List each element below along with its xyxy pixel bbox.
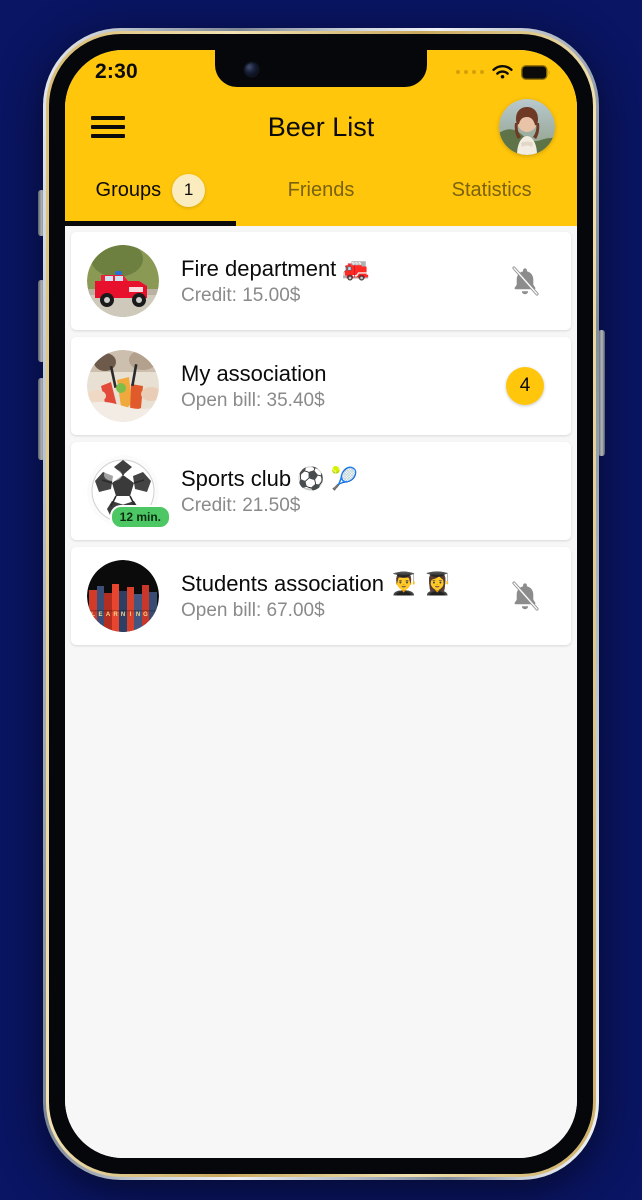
svg-text:E: E: [98, 612, 102, 618]
group-info: Sports club ⚽ 🎾 Credit: 21.50$: [159, 465, 499, 518]
svg-text:N: N: [121, 612, 125, 618]
muted-bell-icon[interactable]: [510, 265, 540, 297]
group-avatar: [87, 245, 159, 317]
status-bar-time: 2:30: [95, 60, 138, 83]
tab-bar: Groups 1 Friends Statistics: [65, 164, 577, 226]
group-avatar: 12 min.: [87, 455, 171, 529]
tab-statistics-label: Statistics: [451, 178, 532, 201]
group-title: Fire department 🚒: [181, 255, 370, 281]
group-avatar: [87, 350, 159, 422]
cellular-dots-icon: [455, 69, 484, 75]
list-item-trailing: 4: [499, 367, 551, 405]
books-learning-photo: LE AR NI NG: [87, 560, 159, 632]
tab-friends-label: Friends: [287, 178, 355, 201]
group-subtitle: Credit: 21.50$: [181, 495, 301, 517]
group-subtitle: Open bill: 67.00$: [181, 600, 325, 622]
tab-statistics[interactable]: Statistics: [406, 164, 577, 216]
group-info: Students association 👨‍🎓 👩‍🎓 Open bill: …: [159, 570, 499, 623]
muted-bell-icon[interactable]: [510, 580, 540, 612]
list-item-trailing: [499, 265, 551, 297]
time-pill-badge: 12 min.: [109, 505, 171, 529]
status-badge: 4: [506, 367, 544, 405]
status-bar-indicators: [455, 60, 552, 81]
user-avatar[interactable]: [499, 99, 555, 155]
svg-text:A: A: [106, 612, 111, 618]
svg-text:N: N: [136, 612, 140, 618]
hamburger-menu-icon[interactable]: [91, 111, 125, 143]
list-item[interactable]: 12 min. Sports club ⚽ 🎾 Credit: 21.50$: [71, 442, 571, 540]
svg-text:R: R: [113, 612, 118, 618]
phone-screen: 2:30 Beer List Groups 1 Friends Statisti…: [65, 50, 577, 1158]
group-info: My association Open bill: 35.40$: [159, 360, 499, 413]
group-title: Sports club ⚽ 🎾: [181, 465, 359, 491]
tab-groups-label: Groups: [95, 178, 162, 201]
cheers-drinks-photo: [87, 350, 159, 422]
group-subtitle: Credit: 15.00$: [181, 285, 301, 307]
group-title: Students association 👨‍🎓 👩‍🎓: [181, 570, 452, 596]
svg-text:G: G: [143, 612, 148, 618]
wifi-icon: [492, 64, 513, 79]
navigation-bar: Beer List: [65, 90, 577, 164]
groups-list: Fire department 🚒 Credit: 15.00$ My asso…: [65, 226, 577, 1158]
list-item[interactable]: LE AR NI NG: [71, 547, 571, 645]
battery-icon: [521, 64, 550, 80]
power-button[interactable]: [598, 330, 605, 456]
group-info: Fire department 🚒 Credit: 15.00$: [159, 255, 499, 308]
list-item-trailing: [499, 580, 551, 612]
list-item[interactable]: My association Open bill: 35.40$ 4: [71, 337, 571, 435]
tab-groups[interactable]: Groups 1: [65, 164, 236, 226]
front-camera-icon: [245, 63, 258, 76]
fire-truck-photo: [87, 245, 159, 317]
tab-active-underline: [65, 221, 236, 226]
screenshot-stage: 2:30 Beer List Groups 1 Friends Statisti…: [0, 0, 642, 1200]
group-title: My association: [181, 360, 327, 386]
notch: [215, 50, 427, 87]
group-avatar: LE AR NI NG: [87, 560, 159, 632]
tab-friends[interactable]: Friends: [236, 164, 407, 216]
phone-frame: 2:30 Beer List Groups 1 Friends Statisti…: [43, 28, 599, 1180]
list-item[interactable]: Fire department 🚒 Credit: 15.00$: [71, 232, 571, 330]
phone-bezel: 2:30 Beer List Groups 1 Friends Statisti…: [49, 34, 593, 1174]
tab-groups-badge: 1: [172, 173, 206, 207]
svg-text:L: L: [91, 612, 95, 618]
group-subtitle: Open bill: 35.40$: [181, 390, 325, 412]
